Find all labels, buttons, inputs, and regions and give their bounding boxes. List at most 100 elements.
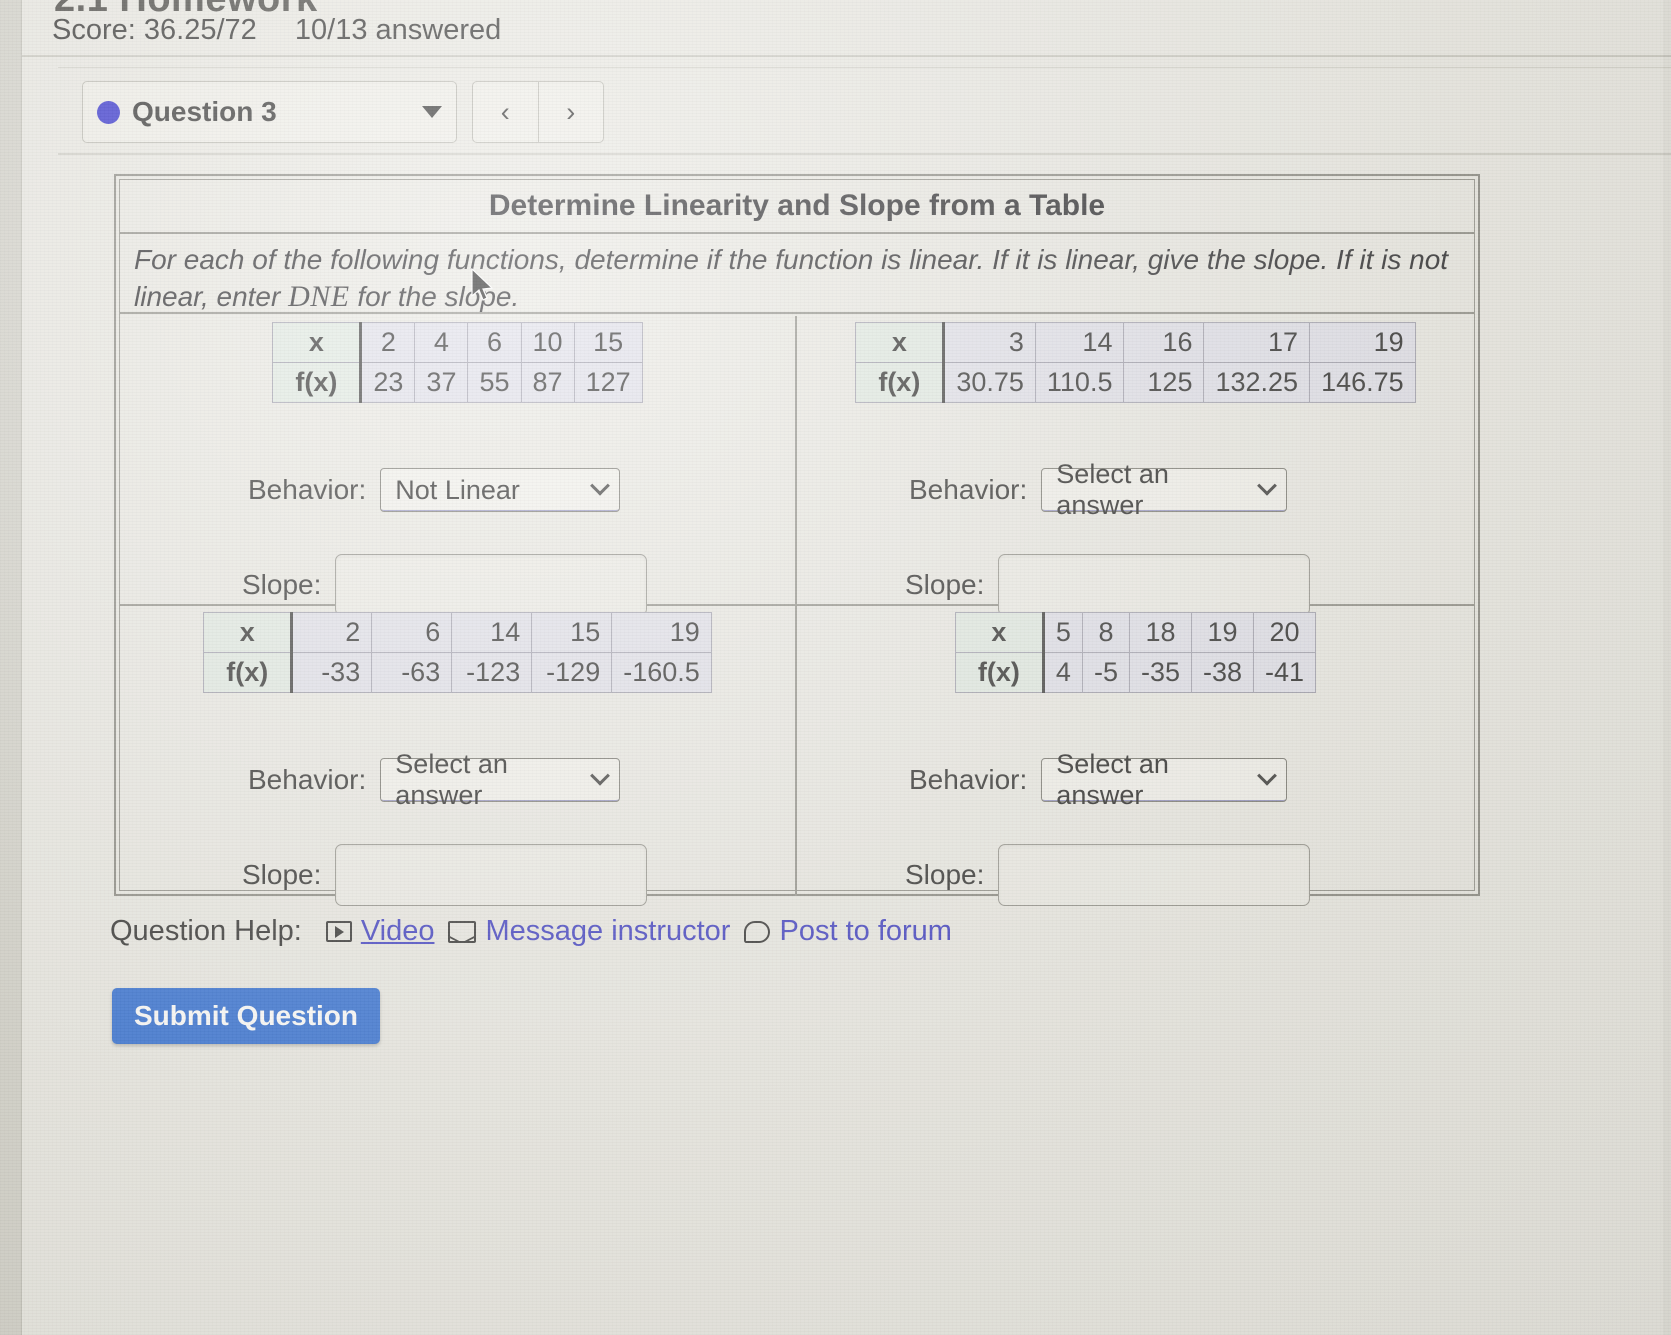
chevron-down-icon (590, 765, 611, 786)
fx-value: -123 (451, 652, 533, 693)
problem-cell-1: x 2 4 6 10 15 f(x) 23 37 55 87 127 Behav… (120, 316, 797, 616)
slope-input-4[interactable] (998, 844, 1311, 906)
post-to-forum-link[interactable]: Post to forum (744, 915, 952, 948)
x-value: 19 (1309, 322, 1416, 363)
table-row: x 2 4 6 10 15 f(x) 23 37 55 87 127 (272, 322, 643, 403)
table-row: x 2 6 14 15 19 (203, 612, 712, 653)
video-icon (325, 921, 352, 942)
table-row: x 2 6 14 15 19 f(x) -33 -63 -123 -129 -1… (203, 612, 712, 693)
x-row-label: x (203, 612, 294, 653)
question-card-inner-border: Determine Linearity and Slope from a Tab… (119, 179, 1475, 906)
problem-3-behavior-row: Behavior: Select an answer (248, 749, 621, 810)
slope-input-3[interactable] (335, 844, 648, 906)
chevron-down-icon (1257, 475, 1278, 496)
chevron-down-icon (422, 106, 442, 118)
question-help-bar: Question Help: Video Message instructor … (110, 915, 952, 948)
x-value: 17 (1203, 322, 1311, 363)
message-instructor-label: Message instructor (485, 915, 731, 947)
problem-1-table-wrap: x 2 4 6 10 15 f(x) 23 37 55 87 127 (120, 322, 795, 403)
behavior-select-4[interactable]: Select an answer (1041, 749, 1288, 810)
x-value: 2 (360, 322, 416, 363)
question-help-label: Question Help: (110, 915, 302, 947)
x-value: 6 (371, 612, 453, 653)
post-to-forum-label: Post to forum (779, 915, 952, 947)
x-value: 6 (467, 322, 522, 363)
problem-2-table-wrap: x 3 14 16 17 19 f(x) 30.75 110.5 125 132… (797, 322, 1474, 403)
fx-value: -35 (1128, 652, 1193, 693)
video-help-link[interactable]: Video (325, 915, 435, 948)
x-value: 2 (291, 612, 373, 653)
behavior-select-2[interactable]: Select an answer (1041, 459, 1288, 520)
fx-value: -38 (1190, 652, 1255, 693)
behavior-select-3[interactable]: Select an answer (380, 749, 621, 810)
behavior-select-1[interactable]: Not Linear (380, 468, 621, 512)
answered-count: 10/13 answered (294, 14, 502, 46)
fx-value: 30.75 (943, 362, 1036, 403)
divider-top (22, 55, 1671, 57)
speech-bubble-icon (744, 920, 771, 943)
fx-value: -63 (371, 652, 453, 693)
fx-row-label: f(x) (855, 362, 946, 403)
question-instructions: For each of the following functions, det… (120, 236, 1474, 314)
fx-value: -33 (291, 652, 373, 693)
score-status: Score: 36.25/72 10/13 answered (52, 14, 501, 47)
behavior-label: Behavior: (909, 474, 1028, 505)
slope-label: Slope: (905, 859, 985, 890)
fx-value: -41 (1253, 652, 1317, 693)
fx-value: 23 (360, 362, 416, 403)
score-value: 36.25/72 (143, 14, 257, 46)
question-card: Determine Linearity and Slope from a Tab… (114, 174, 1480, 906)
submit-question-button[interactable]: Submit Question (112, 988, 380, 1044)
fx-row-label: f(x) (954, 652, 1045, 693)
fx-value: 125 (1123, 362, 1205, 403)
x-value: 19 (1190, 612, 1255, 653)
divider-second (58, 67, 1671, 68)
mail-icon (448, 920, 477, 943)
fx-value: 132.25 (1203, 362, 1311, 403)
x-value: 20 (1253, 612, 1317, 653)
fx-value: 37 (414, 362, 469, 403)
table-row: f(x) -33 -63 -123 -129 -160.5 (203, 652, 712, 693)
x-row-label: x (272, 322, 363, 363)
assignment-page: 2.1 Homework Score: 36.25/72 10/13 answe… (22, 0, 1671, 1335)
x-value: 8 (1081, 612, 1130, 653)
fx-value: -160.5 (611, 652, 712, 693)
x-value: 10 (520, 322, 575, 363)
question-nav-group: ‹ › (472, 81, 604, 143)
fx-value: 146.75 (1309, 362, 1416, 403)
x-row-label: x (855, 322, 946, 363)
problem-cell-2: x 3 14 16 17 19 f(x) 30.75 110.5 125 132… (797, 316, 1474, 616)
x-value: 3 (943, 322, 1036, 363)
question-status-dot-icon (97, 100, 120, 124)
behavior-select-3-value: Select an answer (395, 749, 508, 810)
table-row: x 5 8 18 19 20 f(x) 4 -5 -35 -38 -41 (954, 612, 1317, 693)
prev-question-button[interactable]: ‹ (473, 82, 539, 142)
message-instructor-link[interactable]: Message instructor (448, 915, 730, 948)
slope-label: Slope: (242, 569, 322, 600)
question-selector[interactable]: Question 3 (82, 81, 457, 143)
x-value: 16 (1123, 322, 1205, 363)
fx-value: 110.5 (1034, 362, 1125, 403)
page-scrollbar[interactable] (1663, 0, 1671, 1335)
fx-value: -5 (1081, 652, 1130, 693)
behavior-label: Behavior: (248, 474, 367, 505)
x-value: 18 (1128, 612, 1193, 653)
window-left-rail (0, 0, 22, 1335)
table-row: f(x) 4 -5 -35 -38 -41 (954, 652, 1317, 693)
problem-4-behavior-row: Behavior: Select an answer (909, 749, 1288, 810)
problem-4-table-wrap: x 5 8 18 19 20 f(x) 4 -5 -35 -38 -41 (797, 612, 1474, 693)
x-value: 5 (1042, 612, 1083, 653)
behavior-select-2-value: Select an answer (1056, 459, 1169, 520)
next-question-button[interactable]: › (539, 82, 604, 142)
behavior-label: Behavior: (909, 764, 1028, 795)
fx-value: -129 (531, 652, 613, 693)
divider-third (58, 153, 1671, 155)
fx-row-label: f(x) (272, 362, 363, 403)
score-label: Score: (52, 14, 136, 46)
video-help-label: Video (360, 915, 435, 947)
behavior-select-4-value: Select an answer (1056, 749, 1169, 810)
chevron-down-icon (1257, 765, 1278, 786)
problem-1-behavior-row: Behavior: Not Linear (248, 468, 621, 512)
table-row: x 3 14 16 17 19 f(x) 30.75 110.5 125 132… (855, 322, 1416, 403)
x-value: 15 (531, 612, 613, 653)
